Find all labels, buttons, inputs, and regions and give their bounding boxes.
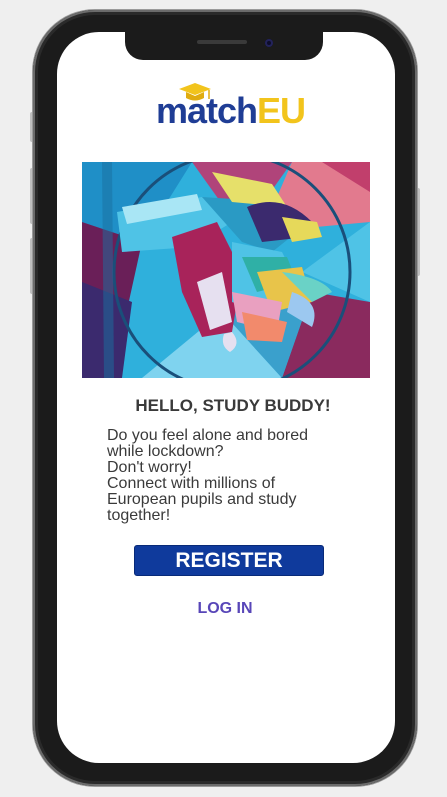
register-button[interactable]: REGISTER: [134, 545, 324, 576]
front-camera-icon: [265, 39, 273, 47]
welcome-line-5: European pupils and study: [107, 491, 297, 508]
login-link[interactable]: LOG IN: [165, 600, 285, 618]
app-logo: matchEU: [156, 82, 306, 130]
speaker-grille: [197, 40, 247, 44]
welcome-line-6: together!: [107, 507, 171, 524]
hero-image: [82, 162, 370, 378]
welcome-line-2: while lockdown?: [107, 443, 224, 460]
welcome-message: Do you feel alone and bored while lockdo…: [107, 428, 342, 524]
welcome-headline: HELLO, STUDY BUDDY!: [135, 396, 331, 415]
logo-text-eu: EU: [257, 90, 306, 131]
logo-wordmark: matchEU: [156, 90, 306, 131]
painted-hands-mural-icon: [82, 162, 370, 378]
phone-notch: [125, 31, 323, 60]
welcome-line-1: Do you feel alone and bored: [107, 427, 309, 444]
welcome-line-3: Don't worry!: [107, 459, 192, 476]
logo-text-match: match: [156, 90, 258, 131]
welcome-line-4: Connect with millions of: [107, 475, 276, 492]
